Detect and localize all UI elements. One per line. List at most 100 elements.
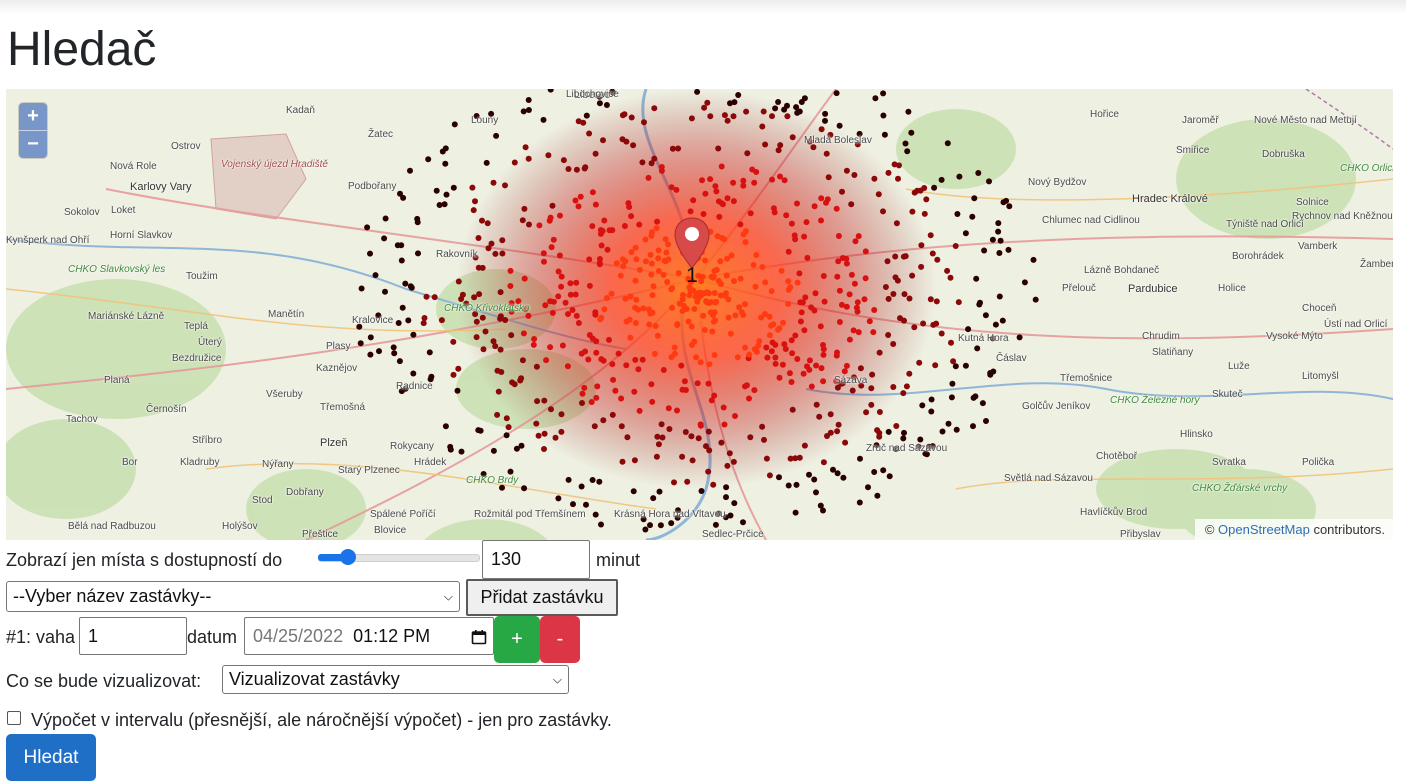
stop-dot: [886, 473, 893, 480]
interval-checkbox[interactable]: [7, 711, 21, 725]
stop-dot: [816, 413, 823, 420]
stop-dot: [704, 99, 711, 106]
map-place-label: Přeštice: [302, 529, 339, 540]
stop-dot: [768, 288, 775, 295]
stop-dot: [382, 215, 389, 222]
stop-dot: [483, 159, 490, 166]
osm-link[interactable]: OpenStreetMap: [1218, 522, 1310, 537]
stop-dot: [750, 262, 757, 268]
stop-dot: [850, 327, 857, 334]
zoom-out-button[interactable]: −: [19, 130, 47, 158]
map-place-label: Solnice: [1296, 197, 1329, 208]
stop-name-select[interactable]: --Vyber název zastávky-- ⌵: [6, 581, 460, 612]
stop-dot: [675, 270, 682, 277]
map-attribution: © OpenStreetMap contributors.: [1194, 519, 1393, 540]
zoom-in-button[interactable]: +: [19, 103, 47, 130]
stop-dot: [575, 203, 582, 210]
stop-dot: [732, 413, 738, 419]
map-place-label: Podbořany: [348, 181, 397, 192]
datetime-input[interactable]: 04/25/2022 01:12 PM: [244, 617, 494, 655]
remove-row-button[interactable]: -: [540, 616, 580, 663]
stop-dot: [724, 195, 731, 202]
stop-dot: [927, 296, 934, 303]
stop-dot: [665, 241, 672, 248]
stop-dot: [945, 420, 952, 427]
stop-dot: [674, 321, 681, 328]
stop-dot: [737, 275, 744, 282]
stop-dot: [885, 332, 892, 338]
map-marker-icon[interactable]: [674, 217, 710, 269]
map-place-label: Krásná Hora nad Vltavou: [614, 509, 726, 520]
stop-dot: [839, 188, 845, 195]
availability-slider[interactable]: [318, 549, 480, 565]
stop-dot: [972, 393, 979, 400]
stop-dot: [421, 315, 428, 321]
map-place-label: Bor: [122, 457, 138, 468]
stop-dot: [872, 95, 879, 102]
stop-dot: [820, 378, 827, 385]
map-place-label: Manětín: [268, 309, 305, 320]
stop-dot: [823, 150, 830, 157]
map-place-label: Chlumec nad Cidlinou: [1042, 215, 1140, 226]
stop-dot: [604, 295, 610, 301]
stop-dot: [620, 263, 627, 270]
stop-dot: [597, 230, 604, 237]
stop-dot: [705, 380, 712, 387]
stop-dot: [801, 442, 808, 449]
stop-dot: [698, 292, 705, 299]
map-place-label: Stod: [252, 495, 273, 506]
stop-dot: [950, 358, 957, 365]
stop-dot: [730, 198, 737, 205]
map[interactable]: Liberec Kadaň Libochovice Louny Žatec Ostrov V…: [6, 89, 1393, 540]
stop-dot: [931, 184, 938, 191]
map-place-label: Světlá nad Sázavou: [1004, 473, 1093, 484]
stop-dot: [642, 258, 649, 265]
stop-dot: [851, 280, 858, 287]
stop-dot: [541, 430, 548, 437]
map-place-label: Nýřany: [262, 459, 294, 470]
map-place-label: Havlíčkův Brod: [1080, 507, 1148, 518]
stop-dot: [894, 277, 901, 284]
stop-dot: [619, 458, 626, 465]
availability-minutes-input[interactable]: 130: [482, 540, 590, 579]
stop-dot: [645, 174, 652, 181]
stop-dot: [604, 246, 611, 253]
search-button[interactable]: Hledat: [6, 734, 96, 781]
stop-dot: [711, 290, 718, 296]
stop-dot: [591, 423, 598, 430]
stop-dot: [690, 197, 697, 204]
slider-thumb[interactable]: [340, 549, 357, 565]
calendar-icon[interactable]: [471, 618, 487, 654]
visualize-select[interactable]: Vizualizovat zastávky ⌵: [222, 665, 569, 694]
stop-dot: [648, 260, 655, 267]
stop-dot: [423, 293, 430, 300]
stop-dot: [989, 236, 996, 243]
stop-dot: [724, 462, 731, 469]
stop-dot: [472, 198, 478, 205]
stop-dot: [572, 197, 579, 204]
stop-dot: [856, 499, 863, 506]
stop-dot: [525, 155, 532, 162]
stop-dot: [558, 411, 565, 418]
add-row-button[interactable]: +: [494, 616, 540, 663]
stop-dot: [635, 366, 642, 373]
map-place-label: Kadaň: [286, 105, 315, 116]
map-place-label: CHKO Brdy: [466, 475, 519, 486]
stop-dot: [788, 379, 795, 385]
map-place-label: Nový Bydžov: [1028, 177, 1087, 188]
stop-dot: [603, 102, 610, 108]
weight-input[interactable]: 1: [79, 617, 187, 655]
stop-dot: [636, 266, 643, 273]
stop-dot: [521, 485, 528, 492]
stop-dot: [520, 330, 527, 337]
stop-dot: [820, 459, 827, 466]
map-place-label: CHKO Žďárské vrchy: [1192, 483, 1288, 494]
stop-dot: [622, 295, 629, 302]
stop-dot: [693, 354, 700, 361]
stop-dot: [817, 323, 824, 330]
add-stop-button[interactable]: Přidat zastávku: [466, 579, 618, 616]
stop-dot: [632, 320, 639, 326]
stop-dot: [979, 400, 986, 407]
stop-dot: [545, 152, 552, 159]
stop-dot: [367, 334, 374, 341]
